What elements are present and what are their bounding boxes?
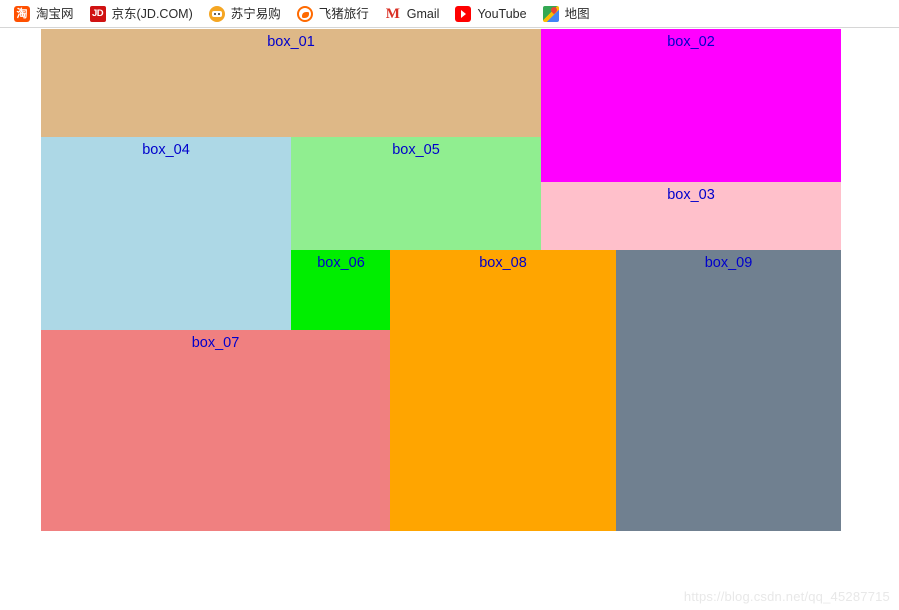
- bookmark-label: 飞猪旅行: [318, 6, 369, 21]
- layout-box-box_05: box_05: [291, 137, 541, 250]
- bookmark-jd[interactable]: JD 京东(JD.COM): [86, 3, 201, 25]
- bookmark-label: 苏宁易购: [230, 6, 281, 21]
- layout-box-label: box_04: [142, 142, 190, 158]
- jd-icon: JD: [89, 5, 106, 22]
- bookmark-label: 淘宝网: [36, 6, 74, 21]
- bookmark-label: 京东(JD.COM): [111, 6, 193, 21]
- layout-box-box_02: box_02: [541, 29, 841, 182]
- fliggy-icon: [296, 5, 313, 22]
- youtube-icon: [455, 5, 472, 22]
- layout-box-label: box_06: [317, 255, 365, 271]
- layout-box-label: box_03: [667, 187, 715, 203]
- layout-box-label: box_01: [267, 34, 315, 50]
- bookmark-suning[interactable]: 苏宁易购: [205, 3, 289, 25]
- layout-box-label: box_09: [704, 255, 753, 271]
- watermark-text: https://blog.csdn.net/qq_45287715: [683, 589, 890, 604]
- bookmark-label: Gmail: [406, 6, 440, 21]
- bookmark-youtube[interactable]: YouTube: [451, 3, 534, 25]
- bookmark-gmail[interactable]: M Gmail: [381, 3, 448, 25]
- bookmark-taobao[interactable]: 淘 淘宝网: [10, 3, 82, 25]
- bookmarks-bar: 淘 淘宝网 JD 京东(JD.COM) 苏宁易购 飞猪旅行 M Gmail Yo…: [0, 0, 899, 28]
- bookmark-maps[interactable]: 地图: [539, 3, 598, 25]
- gmail-icon: M: [384, 5, 401, 22]
- bookmark-fliggy[interactable]: 飞猪旅行: [293, 3, 377, 25]
- layout-box-box_03: box_03: [541, 182, 841, 250]
- layout-box-label: box_02: [667, 34, 715, 50]
- layout-box-box_01: box_01: [41, 29, 541, 137]
- layout-box-box_04: box_04: [41, 137, 291, 358]
- layout-box-label: box_07: [191, 335, 240, 351]
- box-layout-canvas: box_01 box_02 box_03 box_04 box_05 box_06 box_…: [41, 29, 841, 531]
- layout-box-box_06: box_06: [291, 250, 391, 330]
- taobao-icon: 淘: [14, 5, 30, 22]
- layout-box-box_07: box_07: [41, 330, 390, 531]
- layout-box-label: box_08: [479, 255, 527, 271]
- google-maps-icon: [542, 5, 559, 22]
- layout-box-label: box_05: [392, 142, 440, 158]
- layout-box-box_09: box_09: [616, 250, 841, 531]
- bookmark-label: YouTube: [477, 6, 527, 21]
- bookmark-label: 地图: [564, 6, 590, 21]
- layout-box-box_08: box_08: [390, 250, 616, 531]
- suning-icon: [208, 5, 225, 22]
